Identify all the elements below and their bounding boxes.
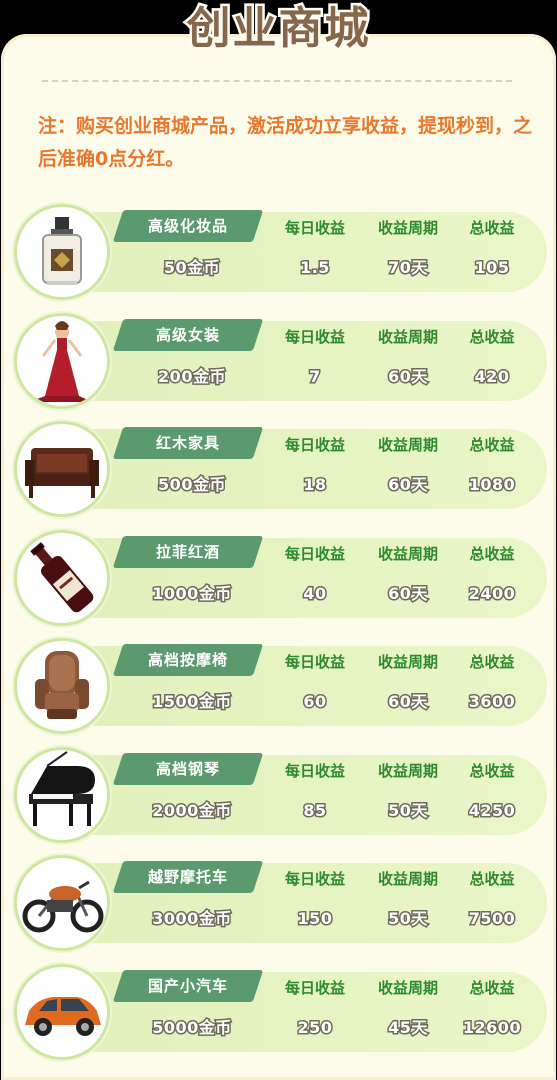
product-price: 500金币 xyxy=(157,474,227,496)
product-name: 高级女装 xyxy=(155,325,220,344)
income-period-value: 50天 xyxy=(387,799,429,821)
daily-income-header: 每日收益 xyxy=(284,653,345,671)
product-row[interactable]: 拉菲红酒 每日收益 收益周期 总收益 1000金币 40 60天 2400 xyxy=(0,524,557,632)
notice-text: 注：购买创业商城产品，激活成功立享收益，提现秒到，之后准确0点分红。 xyxy=(38,115,533,170)
product-price: 3000金币 xyxy=(151,908,233,930)
product-row[interactable]: 高级女装 每日收益 收益周期 总收益 200金币 7 60天 420 xyxy=(0,307,557,415)
total-income-value: 1080 xyxy=(467,474,516,496)
product-name-tag: 国产小汽车 xyxy=(112,969,264,1002)
income-period-value: 60天 xyxy=(387,691,429,713)
product-name-tag: 红木家具 xyxy=(112,427,264,459)
product-image xyxy=(14,312,110,409)
product-image xyxy=(14,204,110,300)
product-name: 高级化妆品 xyxy=(147,217,228,235)
total-income-header: 总收益 xyxy=(469,436,515,454)
income-period-header: 收益周期 xyxy=(377,978,438,997)
daily-income-value: 18 xyxy=(302,474,328,496)
product-image xyxy=(14,746,110,843)
daily-income-value: 150 xyxy=(296,908,333,930)
product-name: 越野摩托车 xyxy=(147,868,228,886)
product-name-tag: 高级女装 xyxy=(112,318,264,351)
daily-income-header: 每日收益 xyxy=(284,327,345,346)
total-income-value: 105 xyxy=(473,257,510,279)
red-dress-icon xyxy=(17,316,107,406)
income-period-header: 收益周期 xyxy=(377,219,438,237)
income-period-value: 60天 xyxy=(387,365,429,387)
product-image xyxy=(14,529,110,626)
income-period-header: 收益周期 xyxy=(377,653,438,671)
total-income-header: 总收益 xyxy=(469,327,515,346)
product-image xyxy=(14,421,110,517)
income-period-value: 70天 xyxy=(387,257,429,279)
daily-income-value: 40 xyxy=(302,582,328,604)
product-image xyxy=(14,638,110,734)
daily-income-header: 每日收益 xyxy=(284,870,345,888)
daily-income-value: 60 xyxy=(302,691,328,713)
product-price: 2000金币 xyxy=(151,799,233,821)
total-income-header: 总收益 xyxy=(469,653,515,671)
product-row[interactable]: 越野摩托车 每日收益 收益周期 总收益 3000金币 150 50天 7500 xyxy=(0,849,557,957)
grand-piano-icon xyxy=(17,750,107,840)
income-period-value: 50天 xyxy=(387,908,429,930)
daily-income-value: 85 xyxy=(302,799,328,821)
product-name-tag: 高级化妆品 xyxy=(112,210,264,242)
daily-income-value: 7 xyxy=(308,365,322,387)
total-income-value: 4250 xyxy=(467,799,516,821)
income-period-header: 收益周期 xyxy=(377,327,438,346)
product-image xyxy=(14,855,110,951)
daily-income-header: 每日收益 xyxy=(284,761,345,780)
total-income-value: 2400 xyxy=(467,582,516,604)
income-period-header: 收益周期 xyxy=(377,870,438,888)
product-row[interactable]: 国产小汽车 每日收益 收益周期 总收益 5000金币 250 45天 12600 xyxy=(0,958,557,1066)
product-price: 1500金币 xyxy=(151,691,233,713)
product-row[interactable]: 红木家具 每日收益 收益周期 总收益 500金币 18 60天 1080 xyxy=(0,415,557,523)
total-income-value: 420 xyxy=(473,365,510,387)
product-price: 200金币 xyxy=(157,365,227,387)
wine-bottle-icon xyxy=(17,533,107,623)
massage-chair-icon xyxy=(17,641,107,731)
product-row[interactable]: 高档钢琴 每日收益 收益周期 总收益 2000金币 85 50天 4250 xyxy=(0,741,557,849)
daily-income-value: 1.5 xyxy=(299,257,331,279)
product-name-tag: 高档按摩椅 xyxy=(112,644,264,676)
daily-income-header: 每日收益 xyxy=(284,544,345,563)
total-income-value: 7500 xyxy=(467,908,516,930)
daily-income-header: 每日收益 xyxy=(284,219,345,237)
income-period-value: 45天 xyxy=(387,1016,429,1038)
total-income-header: 总收益 xyxy=(469,870,515,888)
daily-income-value: 250 xyxy=(296,1016,333,1038)
income-period-header: 收益周期 xyxy=(377,544,438,563)
daily-income-header: 每日收益 xyxy=(284,436,345,454)
income-period-value: 60天 xyxy=(387,474,429,496)
perfume-bottle-icon xyxy=(17,207,107,297)
daily-income-header: 每日收益 xyxy=(284,978,345,997)
product-name-tag: 越野摩托车 xyxy=(112,861,264,893)
product-image xyxy=(14,963,110,1060)
product-name: 高档按摩椅 xyxy=(147,651,228,669)
product-price: 5000金币 xyxy=(151,1016,233,1038)
income-period-header: 收益周期 xyxy=(377,761,438,780)
wooden-sofa-icon xyxy=(17,424,107,514)
product-name-tag: 拉菲红酒 xyxy=(112,535,264,568)
product-name: 国产小汽车 xyxy=(147,976,228,995)
divider xyxy=(42,80,512,82)
total-income-header: 总收益 xyxy=(469,978,515,997)
total-income-value: 12600 xyxy=(461,1016,522,1038)
total-income-value: 3600 xyxy=(467,691,516,713)
total-income-header: 总收益 xyxy=(469,761,515,780)
product-name: 拉菲红酒 xyxy=(155,542,220,561)
product-price: 1000金币 xyxy=(151,582,233,604)
product-name-tag: 高档钢琴 xyxy=(112,752,264,785)
product-name: 高档钢琴 xyxy=(155,759,220,778)
page-title: 创业商城 xyxy=(184,1,371,57)
car-icon xyxy=(17,967,107,1057)
product-price: 50金币 xyxy=(162,257,221,279)
product-row[interactable]: 高档按摩椅 每日收益 收益周期 总收益 1500金币 60 60天 3600 xyxy=(0,632,557,740)
motorcycle-icon xyxy=(17,858,107,948)
total-income-header: 总收益 xyxy=(469,219,515,237)
product-name: 红木家具 xyxy=(155,434,220,452)
total-income-header: 总收益 xyxy=(469,544,515,563)
income-period-header: 收益周期 xyxy=(377,436,438,454)
product-row[interactable]: 高级化妆品 每日收益 收益周期 总收益 50金币 1.5 70天 105 xyxy=(0,198,557,306)
income-period-value: 60天 xyxy=(387,582,429,604)
